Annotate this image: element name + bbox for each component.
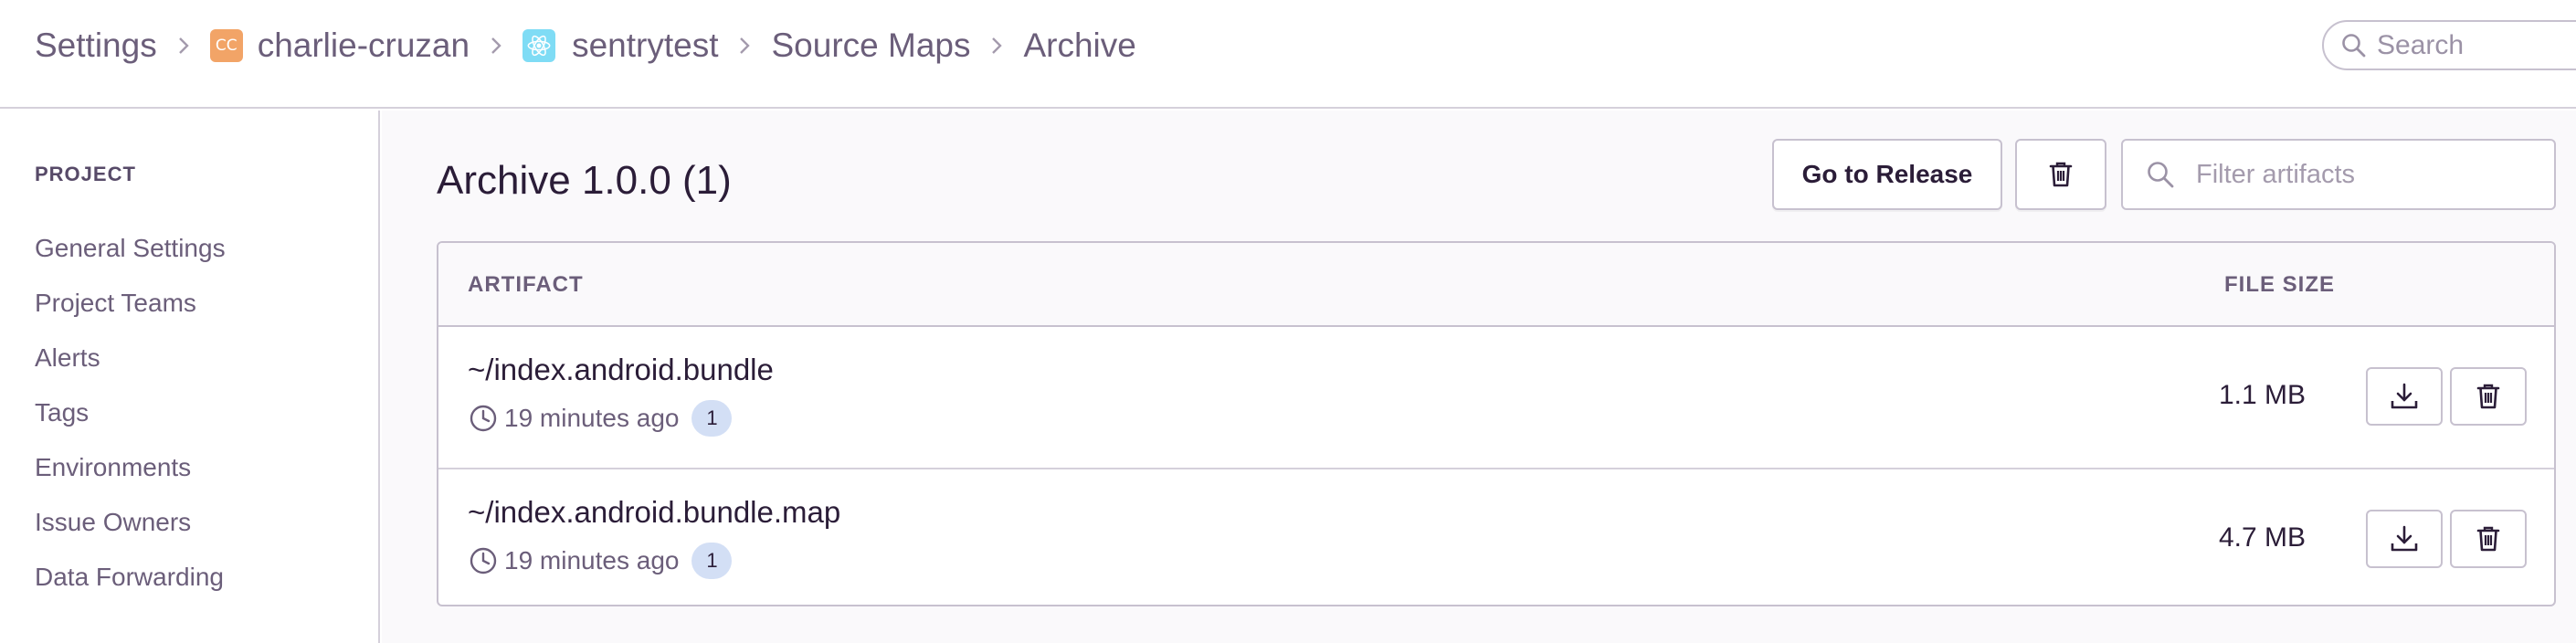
breadcrumb: Settings CC charlie-cruzan sentrytest So…	[35, 20, 1136, 71]
go-to-release-button[interactable]: Go to Release	[1772, 139, 2002, 210]
download-icon	[2391, 525, 2418, 552]
table-row: ~/index.android.bundle 19 minutes ago 1 …	[438, 327, 2554, 468]
react-icon	[523, 29, 556, 62]
main-content: Archive 1.0.0 (1) Go to Release Filter a…	[382, 111, 2576, 643]
artifact-meta: 19 minutes ago 1	[468, 400, 733, 437]
artifacts-table: ARTIFACT FILE SIZE ~/index.android.bundl…	[437, 241, 2556, 606]
page-title: Archive 1.0.0 (1)	[437, 158, 732, 203]
count-badge: 1	[692, 400, 733, 437]
delete-archive-button[interactable]	[2015, 139, 2106, 210]
sidebar-item-tags[interactable]: Tags	[35, 398, 89, 427]
clock-icon	[470, 547, 497, 574]
search-icon	[2342, 33, 2366, 57]
chevron-right-icon	[988, 35, 1005, 57]
download-button[interactable]	[2366, 367, 2443, 426]
download-button[interactable]	[2366, 510, 2443, 568]
sidebar: PROJECT General Settings Project Teams A…	[0, 111, 380, 643]
filter-artifacts-input[interactable]: Filter artifacts	[2121, 139, 2556, 210]
search-input[interactable]: Search	[2322, 20, 2576, 70]
column-header-file-size: FILE SIZE	[2223, 272, 2335, 297]
clock-icon	[470, 405, 497, 432]
search-placeholder: Search	[2377, 29, 2465, 60]
search-icon	[2148, 162, 2174, 188]
org-avatar: CC	[209, 29, 243, 62]
sidebar-item-general-settings[interactable]: General Settings	[35, 234, 226, 263]
sidebar-item-environments[interactable]: Environments	[35, 453, 191, 482]
breadcrumb-source-maps[interactable]: Source Maps	[771, 26, 970, 65]
sidebar-item-issue-owners[interactable]: Issue Owners	[35, 508, 191, 537]
table-row: ~/index.android.bundle.map 19 minutes ag…	[438, 468, 2554, 605]
artifact-name: ~/index.android.bundle	[468, 353, 774, 386]
breadcrumb-org-label: charlie-cruzan	[257, 26, 470, 64]
sidebar-heading: PROJECT	[35, 163, 136, 185]
artifact-file-size: 1.1 MB	[2218, 380, 2306, 410]
trash-icon	[2476, 384, 2500, 409]
artifact-file-size: 4.7 MB	[2218, 522, 2306, 553]
artifact-time: 19 minutes ago	[504, 546, 680, 574]
column-header-artifact: ARTIFACT	[468, 272, 584, 297]
chevron-right-icon	[488, 35, 504, 57]
chevron-right-icon	[736, 35, 753, 57]
chevron-right-icon	[175, 35, 192, 57]
breadcrumb-project-label: sentrytest	[572, 26, 719, 64]
delete-artifact-button[interactable]	[2450, 510, 2527, 568]
sidebar-item-alerts[interactable]: Alerts	[35, 343, 100, 373]
download-icon	[2391, 383, 2418, 409]
sidebar-item-data-forwarding[interactable]: Data Forwarding	[35, 563, 224, 592]
breadcrumb-project[interactable]: sentrytest	[523, 26, 718, 65]
artifact-meta: 19 minutes ago 1	[468, 543, 733, 579]
artifact-time: 19 minutes ago	[504, 404, 680, 432]
filter-placeholder: Filter artifacts	[2196, 159, 2356, 189]
delete-artifact-button[interactable]	[2450, 367, 2527, 426]
artifact-name: ~/index.android.bundle.map	[468, 495, 841, 529]
breadcrumb-org[interactable]: CC charlie-cruzan	[209, 26, 470, 65]
breadcrumb-archive: Archive	[1023, 26, 1136, 64]
count-badge: 1	[692, 543, 733, 579]
top-header: Settings CC charlie-cruzan sentrytest So…	[0, 0, 2576, 109]
table-header: ARTIFACT FILE SIZE	[438, 243, 2554, 327]
trash-icon	[2049, 162, 2073, 187]
breadcrumb-settings[interactable]: Settings	[35, 26, 157, 65]
sidebar-item-project-teams[interactable]: Project Teams	[35, 289, 196, 318]
trash-icon	[2476, 526, 2500, 552]
